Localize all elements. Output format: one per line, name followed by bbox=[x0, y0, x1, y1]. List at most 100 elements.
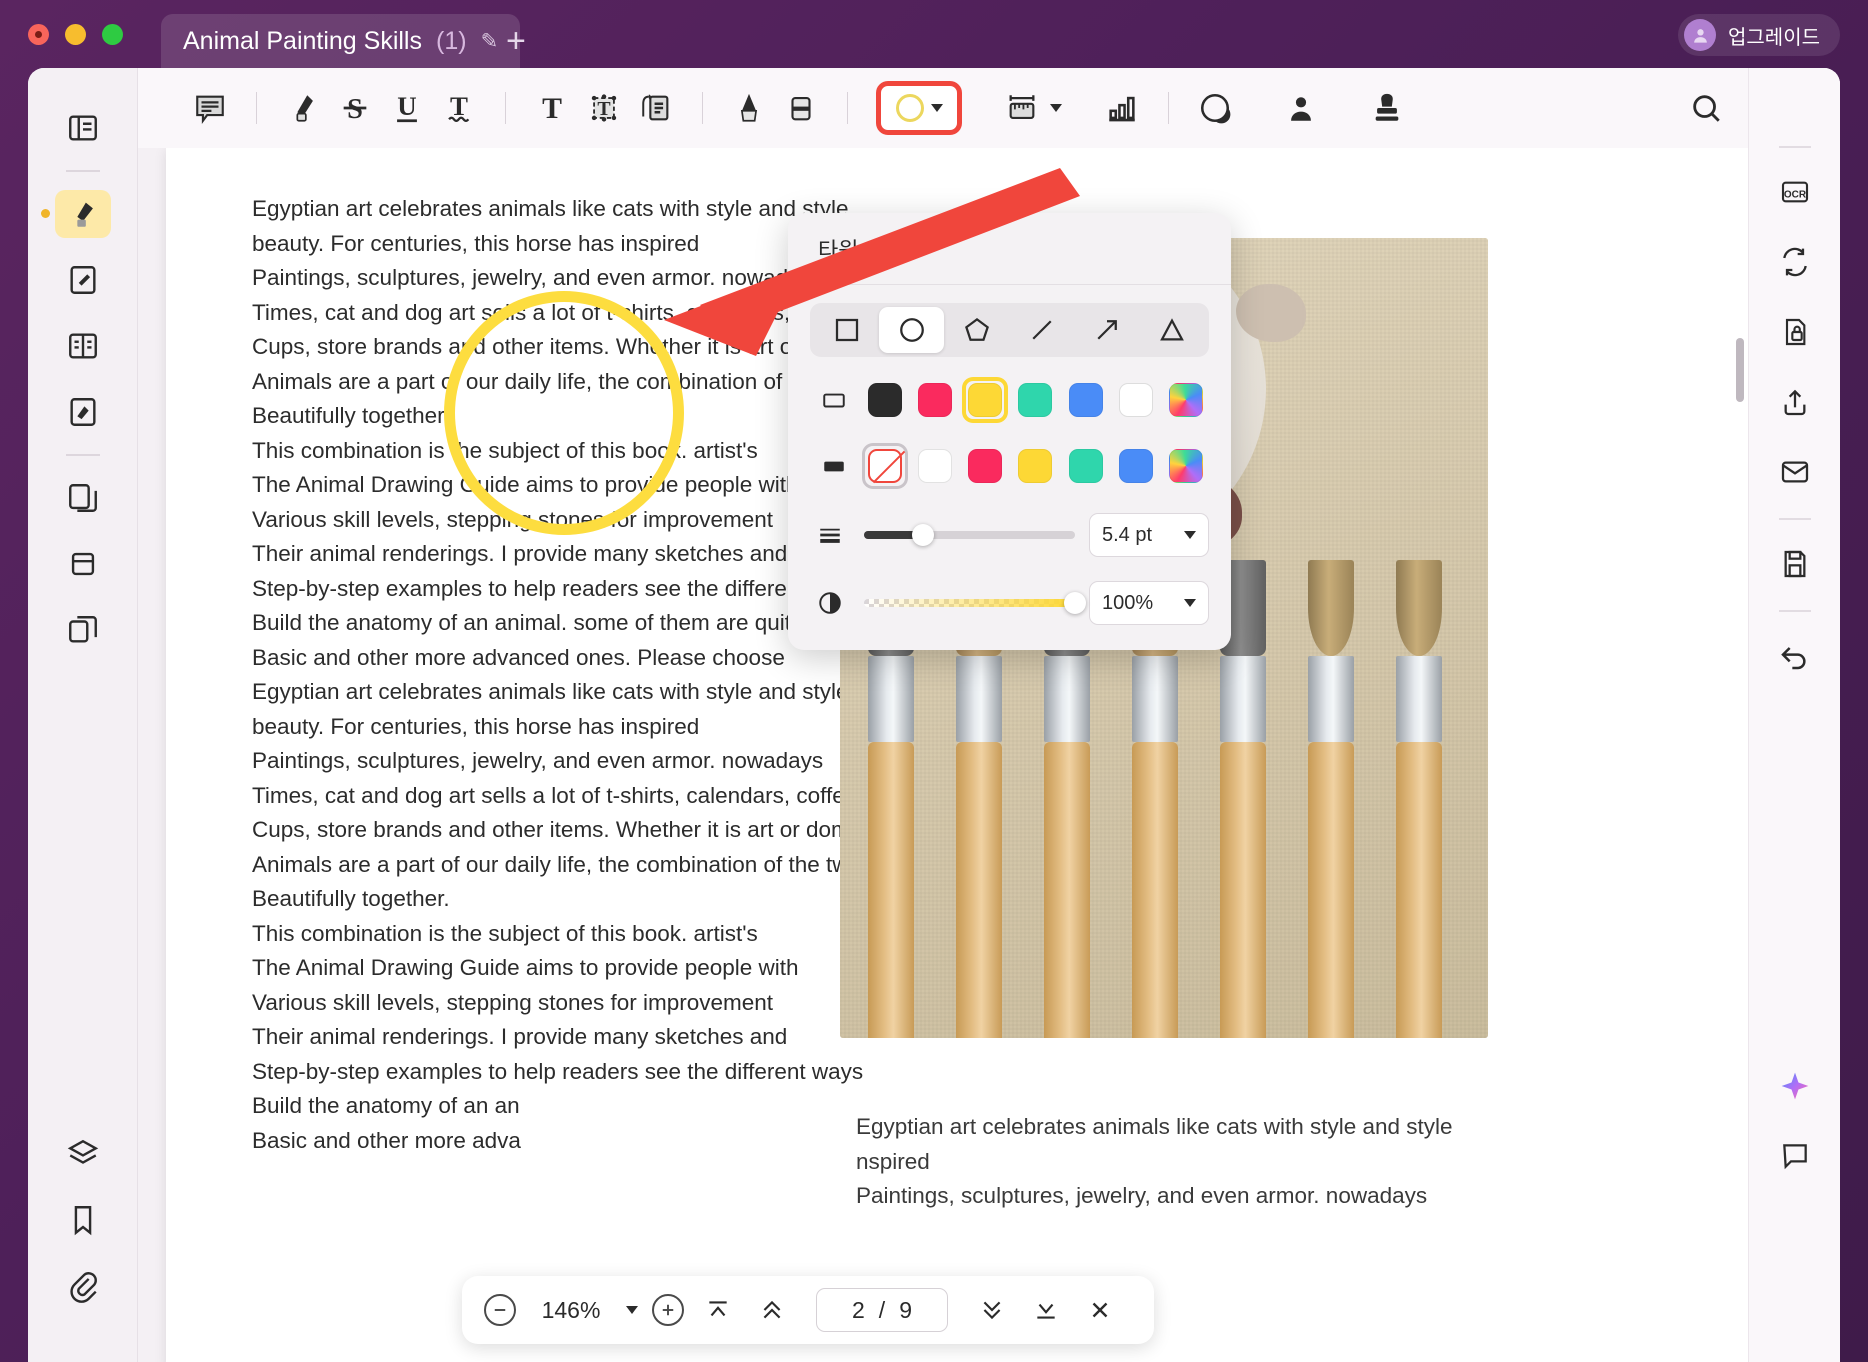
shape-triangle-option[interactable] bbox=[1140, 307, 1205, 353]
sidebar-item-thumbnails[interactable] bbox=[55, 104, 111, 152]
stroke-swatch-yellow[interactable] bbox=[962, 377, 1008, 423]
sidebar-item-bookmarks[interactable] bbox=[55, 1196, 111, 1244]
stroke-swatch-pink[interactable] bbox=[912, 377, 958, 423]
text-tool-button[interactable]: T bbox=[526, 82, 578, 134]
highlight-tool-button[interactable] bbox=[277, 82, 329, 134]
zoom-in-button[interactable] bbox=[652, 1294, 684, 1326]
fill-swatch-pink[interactable] bbox=[962, 443, 1008, 489]
shape-line-option[interactable] bbox=[1010, 307, 1075, 353]
text-icon: T bbox=[542, 92, 562, 125]
zoom-chevron-down-icon[interactable] bbox=[626, 1306, 638, 1314]
sidebar-item-attachments[interactable] bbox=[55, 1262, 111, 1310]
search-icon bbox=[1693, 95, 1720, 122]
new-tab-button[interactable]: + bbox=[506, 24, 526, 58]
chevron-down-icon[interactable] bbox=[930, 104, 943, 112]
comment-panel-icon bbox=[1783, 1144, 1807, 1170]
note-tool-button[interactable] bbox=[630, 82, 682, 134]
opacity-slider[interactable] bbox=[864, 592, 1086, 614]
rename-tab-icon[interactable]: ✎ bbox=[481, 29, 499, 54]
sidebar-item-annotate[interactable] bbox=[55, 388, 111, 436]
stamp-tool-button[interactable] bbox=[1361, 82, 1413, 134]
zoom-level-label[interactable]: 146% bbox=[530, 1297, 612, 1324]
shape-pentagon-option[interactable] bbox=[944, 307, 1009, 353]
sidebar-item-read[interactable] bbox=[55, 322, 111, 370]
shape-square-option[interactable] bbox=[814, 307, 879, 353]
sidebar-item-layers[interactable] bbox=[55, 1130, 111, 1178]
sidebar-bottom-group bbox=[28, 1130, 138, 1328]
shape-properties-popup: 타원 5.4 pt 100% bbox=[788, 213, 1231, 650]
stroke-swatch-white[interactable] bbox=[1113, 377, 1159, 423]
document-line: Their animal renderings. I provide many … bbox=[252, 541, 788, 566]
thickness-slider[interactable] bbox=[864, 524, 1075, 546]
protect-button[interactable] bbox=[1769, 308, 1821, 356]
sidebar-divider-2 bbox=[65, 454, 100, 456]
shape-arrow-option[interactable] bbox=[1075, 307, 1140, 353]
ai-button[interactable] bbox=[1769, 1062, 1821, 1110]
fill-swatch-custom[interactable] bbox=[1163, 443, 1209, 489]
signature-tool-button[interactable] bbox=[1275, 82, 1327, 134]
stroke-swatch-teal[interactable] bbox=[1012, 377, 1058, 423]
maximize-window-button[interactable] bbox=[102, 23, 123, 45]
document-line: Paintings, sculptures, jewelry, and even… bbox=[252, 748, 824, 773]
document-line: Various skill levels, stepping stones fo… bbox=[252, 506, 774, 532]
zoom-out-button[interactable] bbox=[484, 1294, 516, 1326]
document-line: Times, cat and dog art sells a lot of t-… bbox=[252, 299, 858, 325]
ocr-button[interactable]: OCR bbox=[1769, 168, 1821, 216]
search-button[interactable] bbox=[1680, 82, 1732, 134]
vertical-scrollbar[interactable] bbox=[1736, 338, 1744, 402]
pencil-tool-button[interactable] bbox=[723, 82, 775, 134]
fill-swatch-teal[interactable] bbox=[1063, 443, 1109, 489]
text-box-tool-button[interactable]: T bbox=[578, 82, 630, 134]
shape-tool-button[interactable] bbox=[876, 81, 962, 135]
eraser-icon bbox=[791, 97, 811, 121]
measure-chevron-down-icon[interactable] bbox=[1050, 104, 1062, 112]
document-tab[interactable]: Animal Painting Skills (1) ✎ bbox=[161, 14, 521, 68]
convert-button[interactable] bbox=[1769, 238, 1821, 286]
close-window-button[interactable] bbox=[28, 23, 49, 45]
upgrade-button[interactable]: 업그레이드 bbox=[1678, 14, 1840, 56]
sidebar-item-edit[interactable] bbox=[55, 256, 111, 304]
fill-swatch-none[interactable] bbox=[862, 443, 908, 489]
share-button[interactable] bbox=[1769, 378, 1821, 426]
sidebar-item-organize[interactable] bbox=[55, 606, 111, 654]
minimize-window-button[interactable] bbox=[65, 23, 86, 45]
undo-icon bbox=[1780, 647, 1806, 670]
page-navigation-bar: 146% 2 / 9 bbox=[462, 1276, 1154, 1344]
page-number-field[interactable]: 2 / 9 bbox=[816, 1288, 948, 1332]
sidebar-item-pages[interactable] bbox=[55, 474, 111, 522]
chevron-down-icon[interactable] bbox=[1184, 599, 1196, 607]
chart-tool-button[interactable] bbox=[1096, 82, 1148, 134]
strikethrough-tool-button[interactable]: S bbox=[329, 82, 381, 134]
chevron-down-icon[interactable] bbox=[1184, 531, 1196, 539]
current-page-value: 2 bbox=[852, 1296, 865, 1323]
thickness-value-select[interactable]: 5.4 pt bbox=[1089, 513, 1209, 557]
comment-tool-button[interactable] bbox=[184, 82, 236, 134]
stroke-swatch-black[interactable] bbox=[862, 377, 908, 423]
email-button[interactable] bbox=[1769, 448, 1821, 496]
fill-swatch-blue[interactable] bbox=[1113, 443, 1159, 489]
squiggly-tool-button[interactable]: T bbox=[433, 82, 485, 134]
undo-button[interactable] bbox=[1769, 632, 1821, 680]
last-page-button[interactable] bbox=[1026, 1290, 1066, 1330]
fill-swatch-white[interactable] bbox=[912, 443, 958, 489]
document-line: Egyptian art celebrates animals like cat… bbox=[252, 196, 849, 221]
sidebar-item-highlight[interactable] bbox=[40, 190, 111, 238]
save-button[interactable] bbox=[1769, 540, 1821, 588]
opacity-value-select[interactable]: 100% bbox=[1089, 581, 1209, 625]
first-page-button[interactable] bbox=[698, 1290, 738, 1330]
next-page-button[interactable] bbox=[972, 1290, 1012, 1330]
previous-page-button[interactable] bbox=[752, 1290, 792, 1330]
shape-circle-option[interactable] bbox=[879, 307, 945, 353]
close-icon bbox=[1092, 1302, 1108, 1318]
eraser-tool-button[interactable] bbox=[775, 82, 827, 134]
stroke-swatch-custom[interactable] bbox=[1163, 377, 1209, 423]
close-page-bar-button[interactable] bbox=[1080, 1290, 1120, 1330]
sticker-tool-button[interactable] bbox=[1189, 82, 1241, 134]
comments-button[interactable] bbox=[1769, 1132, 1821, 1180]
shape-type-selector bbox=[810, 303, 1209, 357]
underline-tool-button[interactable]: U bbox=[381, 82, 433, 134]
stroke-swatch-blue[interactable] bbox=[1063, 377, 1109, 423]
measure-tool-button[interactable] bbox=[996, 82, 1048, 134]
sidebar-item-crop[interactable] bbox=[55, 540, 111, 588]
fill-swatch-yellow[interactable] bbox=[1012, 443, 1058, 489]
